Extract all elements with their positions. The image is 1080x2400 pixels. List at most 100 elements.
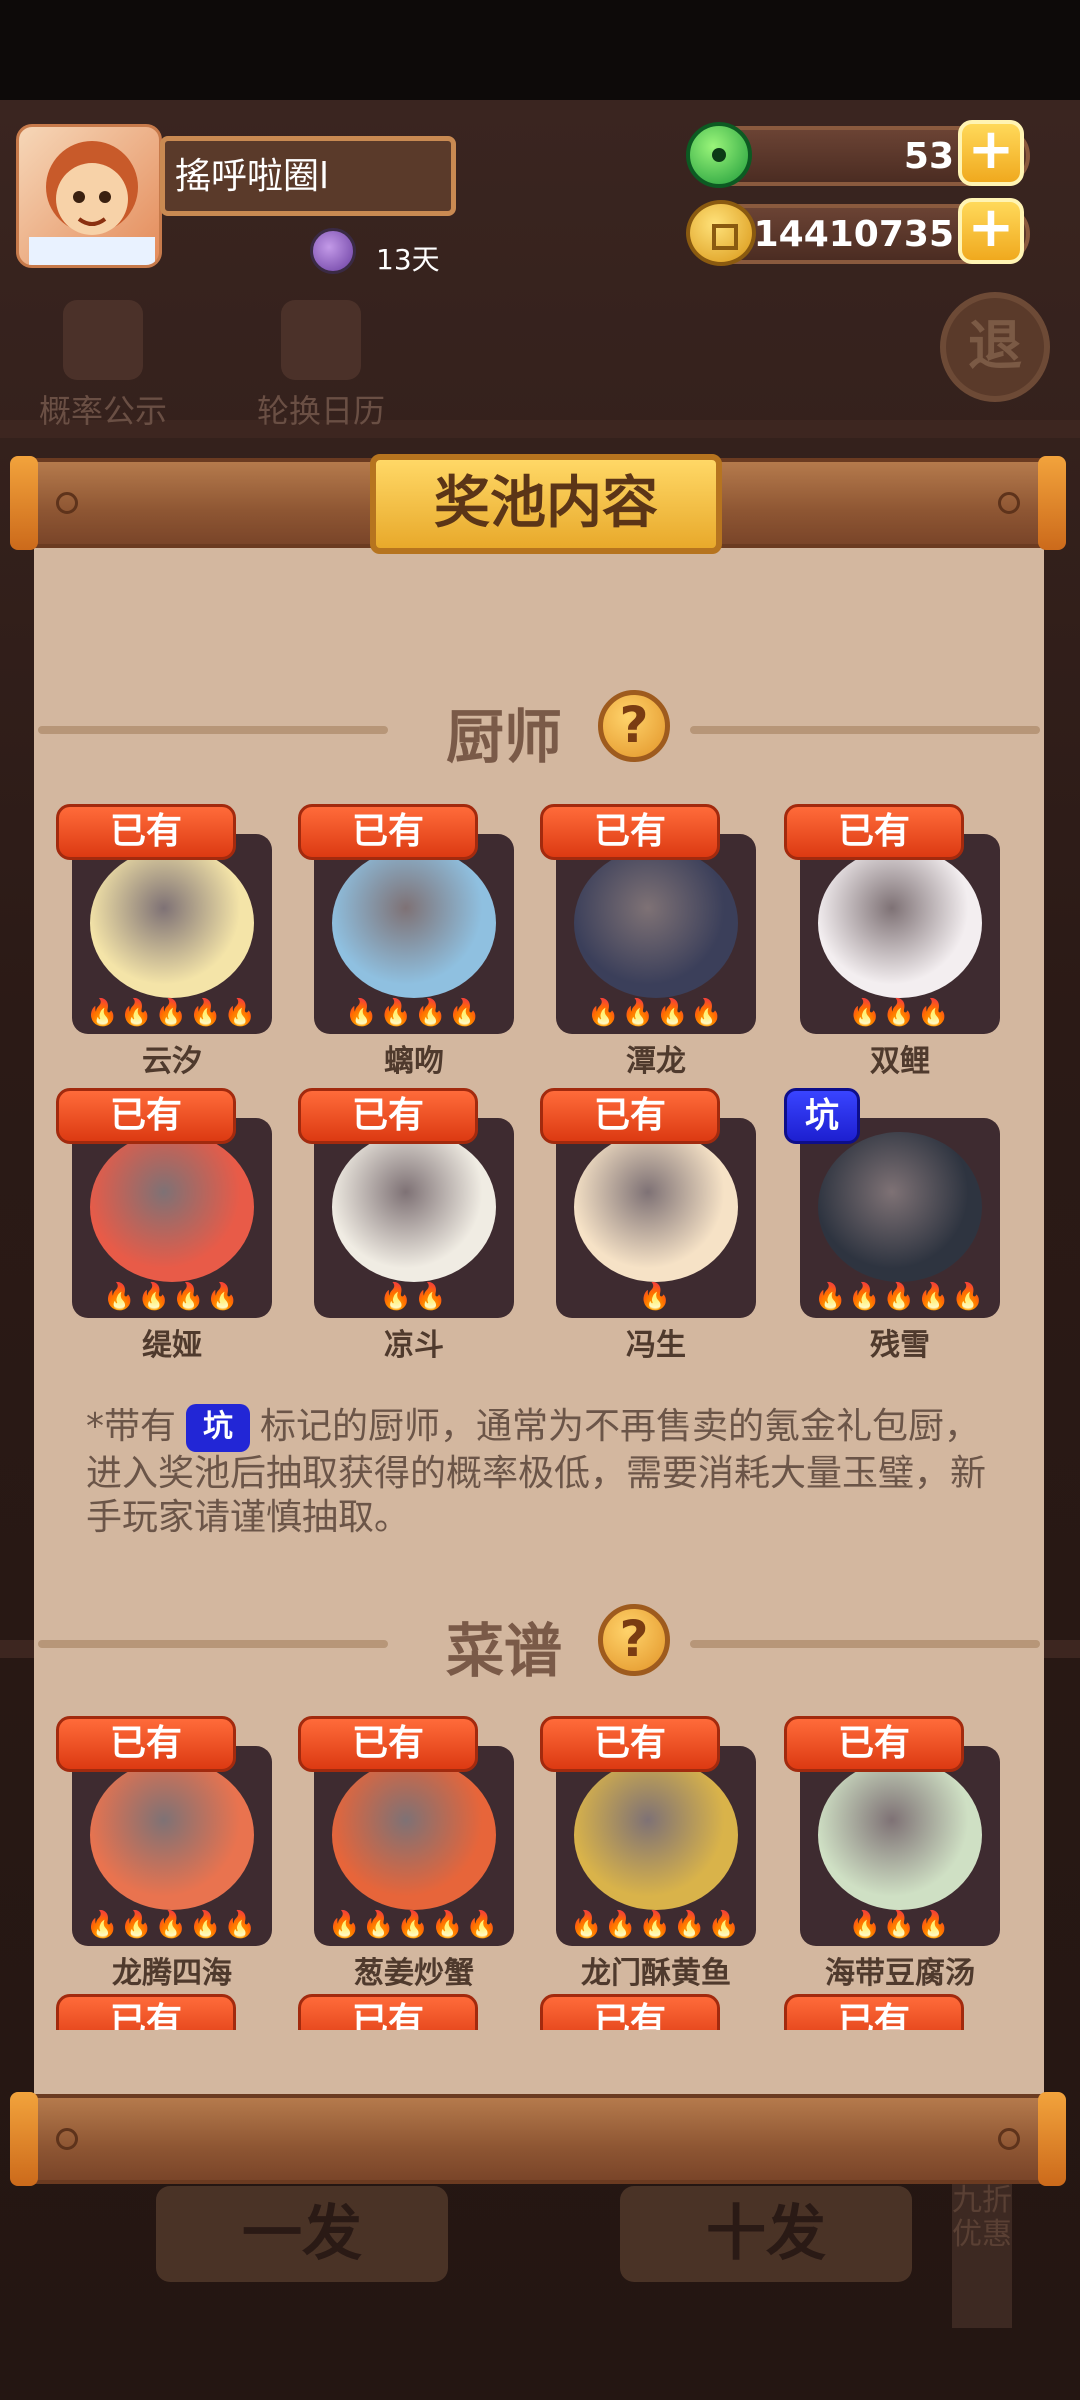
- owned-badge: 已有: [56, 804, 236, 860]
- chef-portrait: [90, 1132, 254, 1282]
- recipe-entry[interactable]: 🔥🔥🔥 已有海带豆腐汤: [784, 1716, 1020, 1991]
- probability-button[interactable]: 概率公示: [28, 300, 178, 432]
- recipe-name: 龙腾四海: [112, 1956, 232, 1991]
- chef-card[interactable]: 🔥🔥🔥: [800, 834, 1000, 1034]
- rarity-flames-icon: 🔥🔥🔥: [848, 998, 952, 1028]
- add-jade-button[interactable]: +: [958, 120, 1024, 186]
- pit-badge: 坑: [784, 1088, 860, 1144]
- owned-badge: 已有: [540, 1088, 720, 1144]
- player-name[interactable]: 搖呼啦圈l: [160, 136, 456, 216]
- modal-title: 奖池内容: [370, 454, 722, 554]
- recipes-help-icon[interactable]: ?: [598, 1604, 670, 1676]
- rarity-flames-icon: 🔥🔥🔥🔥: [587, 998, 725, 1028]
- chef-entry[interactable]: 🔥🔥🔥🔥 已有 缇娅: [56, 1088, 292, 1363]
- owned-badge: 已有: [540, 804, 720, 860]
- calendar-icon: [281, 300, 361, 380]
- note-prefix: *带有: [86, 1406, 177, 1447]
- owned-badge: 已有: [298, 1994, 478, 2030]
- chef-portrait: [332, 848, 496, 998]
- chef-card[interactable]: 🔥🔥🔥🔥: [72, 1118, 272, 1318]
- rarity-flames-icon: 🔥🔥🔥🔥: [103, 1282, 241, 1312]
- divider: [690, 726, 1040, 734]
- percent-icon: [63, 300, 143, 380]
- owned-badge: 已有: [56, 1994, 236, 2030]
- chef-name: 双鲤: [870, 1044, 930, 1079]
- recipe-name: 葱姜炒蟹: [354, 1956, 474, 1991]
- chef-portrait: [574, 848, 738, 998]
- owned-badge: 已有: [298, 1716, 478, 1772]
- divider: [38, 1640, 388, 1648]
- rarity-flames-icon: 🔥🔥🔥🔥🔥: [814, 1282, 986, 1312]
- discount-tag: 九折优惠: [952, 2178, 1012, 2328]
- chef-entry[interactable]: 🔥🔥🔥 已有 双鲤: [784, 804, 1020, 1079]
- chef-card[interactable]: 🔥🔥🔥🔥🔥: [800, 1118, 1000, 1318]
- rarity-flames-icon: 🔥🔥🔥: [848, 1910, 952, 1940]
- jade-icon: [686, 122, 752, 188]
- chef-card[interactable]: 🔥: [556, 1118, 756, 1318]
- owned-badge: 已有: [298, 1088, 478, 1144]
- coin-icon: [686, 200, 756, 266]
- status-bar: [0, 0, 1080, 100]
- coin-amount: 14410735: [753, 214, 954, 255]
- rarity-flames-icon: 🔥🔥🔥🔥🔥: [570, 1910, 742, 1940]
- chef-entry[interactable]: 🔥🔥🔥🔥🔥 坑残雪: [784, 1088, 1020, 1363]
- chef-entry[interactable]: 🔥🔥🔥🔥 已有 潭龙: [540, 804, 776, 1079]
- chef-portrait: [818, 1132, 982, 1282]
- chef-name: 冯生: [626, 1328, 686, 1363]
- chef-name: 螭吻: [384, 1044, 444, 1079]
- chef-card[interactable]: 🔥🔥🔥🔥: [556, 834, 756, 1034]
- recipe-card[interactable]: 🔥🔥🔥: [800, 1746, 1000, 1946]
- recipe-entry[interactable]: 🔥🔥🔥🔥🔥 已有 龙门酥黄鱼: [540, 1716, 776, 1991]
- chef-entry[interactable]: 🔥🔥🔥🔥🔥 已有云汐: [56, 804, 292, 1079]
- pit-note: *带有坑标记的厨师，通常为不再售卖的氪金礼包厨，进入奖池后抽取获得的概率极低，需…: [86, 1404, 1006, 1540]
- recipe-card[interactable]: 🔥🔥🔥🔥🔥: [72, 1746, 272, 1946]
- avatar[interactable]: [16, 124, 162, 268]
- recipe-portrait: [90, 1760, 254, 1910]
- recipe-name: 海带豆腐汤: [825, 1956, 975, 1991]
- chefs-heading: 厨师: [446, 703, 563, 771]
- probability-label: 概率公示: [38, 392, 167, 430]
- chef-name: 缇娅: [142, 1328, 202, 1363]
- pit-inline-badge: 坑: [186, 1404, 251, 1452]
- chef-portrait: [332, 1132, 496, 1282]
- rarity-flames-icon: 🔥: [638, 1282, 674, 1312]
- recipe-portrait: [574, 1760, 738, 1910]
- divider: [38, 726, 388, 734]
- single-draw-button[interactable]: 一发: [156, 2186, 448, 2282]
- rarity-flames-icon: 🔥🔥🔥🔥🔥: [328, 1910, 500, 1940]
- recipe-portrait: [332, 1760, 496, 1910]
- owned-badge: 已有: [784, 1994, 964, 2030]
- rarity-flames-icon: 🔥🔥🔥🔥🔥: [86, 998, 258, 1028]
- chef-name: 凉斗: [384, 1328, 444, 1363]
- recipes-next-row: 已有 已有 已有 已有: [34, 1994, 1044, 2030]
- ten-draw-button[interactable]: 十发: [620, 2186, 912, 2282]
- chef-card[interactable]: 🔥🔥🔥🔥: [314, 834, 514, 1034]
- owned-badge: 已有: [56, 1716, 236, 1772]
- recipe-card[interactable]: 🔥🔥🔥🔥🔥: [556, 1746, 756, 1946]
- recipe-entry[interactable]: 🔥🔥🔥🔥🔥 已有龙腾四海: [56, 1716, 292, 1991]
- divider: [690, 1640, 1040, 1648]
- recipe-entry[interactable]: 🔥🔥🔥🔥🔥 已有葱姜炒蟹: [298, 1716, 534, 1991]
- owned-badge: 已有: [784, 1716, 964, 1772]
- exit-button[interactable]: 退: [940, 292, 1050, 402]
- online-days: 13天: [376, 243, 440, 276]
- add-coins-button[interactable]: +: [958, 198, 1024, 264]
- chef-name: 云汐: [142, 1044, 202, 1079]
- chef-entry[interactable]: 🔥🔥🔥🔥 已有螭吻: [298, 804, 534, 1079]
- rarity-flames-icon: 🔥🔥🔥🔥: [345, 998, 483, 1028]
- chef-entry[interactable]: 🔥 已有冯生: [540, 1088, 776, 1363]
- chef-card[interactable]: 🔥🔥🔥🔥🔥: [72, 834, 272, 1034]
- recipes-heading: 菜谱: [446, 1617, 563, 1685]
- chef-card[interactable]: 🔥🔥: [314, 1118, 514, 1318]
- rarity-flames-icon: 🔥🔥: [379, 1282, 449, 1312]
- chef-name: 残雪: [870, 1328, 930, 1363]
- owned-badge: 已有: [540, 1994, 720, 2030]
- panel-bottom-beam: [10, 2092, 1066, 2186]
- chefs-help-icon[interactable]: ?: [598, 690, 670, 762]
- online-days-icon: [310, 228, 356, 274]
- calendar-button[interactable]: 轮换日历: [246, 300, 396, 432]
- owned-badge: 已有: [298, 804, 478, 860]
- recipe-card[interactable]: 🔥🔥🔥🔥🔥: [314, 1746, 514, 1946]
- jade-amount: 53: [903, 136, 954, 177]
- chef-entry[interactable]: 🔥🔥 已有凉斗: [298, 1088, 534, 1363]
